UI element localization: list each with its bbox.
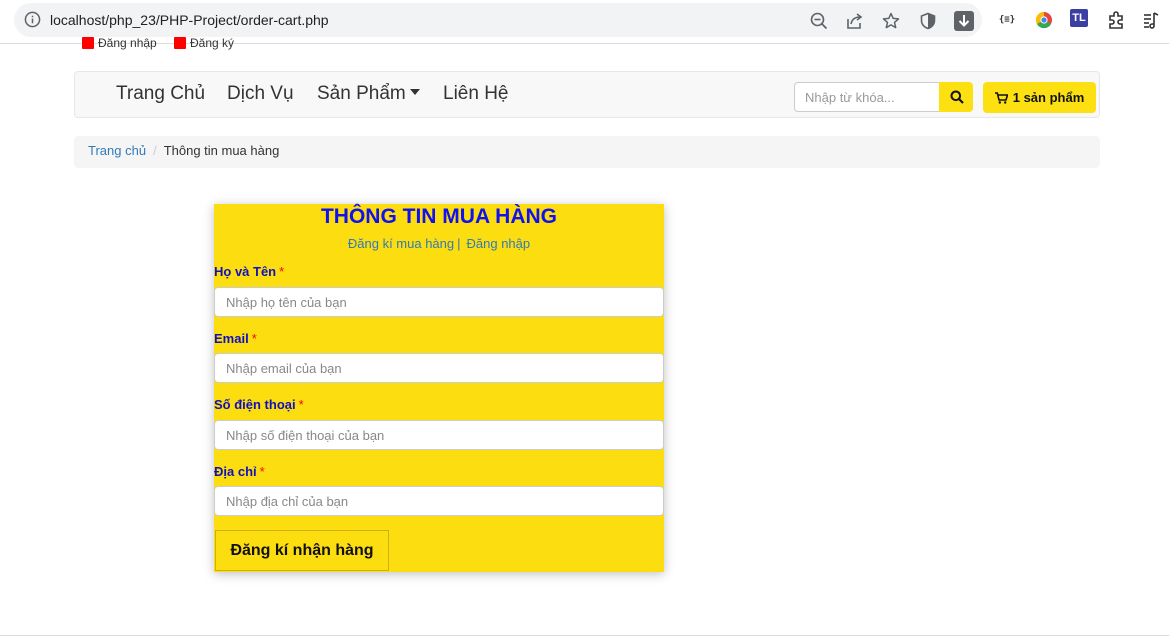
- search-input[interactable]: [794, 82, 940, 112]
- download-icon[interactable]: [954, 11, 974, 31]
- bottom-divider: [0, 635, 1169, 636]
- required-mark: *: [259, 464, 265, 479]
- braces-extension-icon[interactable]: {≡}: [997, 10, 1017, 30]
- top-auth-links: Đăng nhập Đăng ký: [82, 36, 262, 50]
- reading-list-icon[interactable]: [1141, 10, 1161, 30]
- share-icon[interactable]: [846, 12, 864, 30]
- search-button[interactable]: [939, 82, 973, 112]
- info-icon[interactable]: [24, 11, 41, 28]
- phone-label-text: Số điện thoại: [214, 397, 296, 412]
- star-icon[interactable]: [882, 12, 900, 30]
- nav-services[interactable]: Dịch Vụ: [227, 83, 294, 105]
- email-input[interactable]: [214, 353, 664, 383]
- cart-label: 1 sản phẩm: [1012, 90, 1085, 105]
- nav-home[interactable]: Trang Chủ: [116, 83, 205, 105]
- phone-label: Số điện thoại *: [214, 397, 304, 412]
- order-info-form: THÔNG TIN MUA HÀNG Đăng kí mua hàng | Đăng…: [214, 204, 664, 572]
- address-bar[interactable]: localhost/php_23/PHP-Project/order-cart.…: [14, 3, 982, 37]
- required-mark: *: [279, 264, 285, 279]
- breadcrumb-home-link[interactable]: Trang chủ: [88, 143, 146, 158]
- phone-input[interactable]: [214, 420, 664, 450]
- auth-divider: |: [457, 236, 461, 251]
- form-auth-links: Đăng kí mua hàng | Đăng nhập: [214, 236, 664, 251]
- breadcrumb-current: Thông tin mua hàng: [163, 143, 280, 158]
- tl-extension-label: TL: [1070, 9, 1088, 27]
- url-text[interactable]: localhost/php_23/PHP-Project/order-cart.…: [50, 12, 329, 28]
- shield-icon[interactable]: [919, 12, 937, 30]
- top-login-link[interactable]: Đăng nhập: [82, 36, 157, 50]
- address-label-text: Địa chỉ: [214, 464, 257, 479]
- required-mark: *: [298, 397, 304, 412]
- fullname-label: Họ và Tên *: [214, 264, 284, 279]
- cart-icon: [994, 92, 1009, 104]
- fullname-input[interactable]: [214, 287, 664, 317]
- top-register-label: Đăng ký: [190, 36, 235, 50]
- zoom-out-icon[interactable]: [810, 12, 828, 30]
- cart-button[interactable]: 1 sản phẩm: [983, 82, 1096, 113]
- fullname-label-text: Họ và Tên: [214, 264, 277, 279]
- form-title: THÔNG TIN MUA HÀNG: [320, 205, 558, 228]
- main-navbar: Trang Chủ Dịch Vụ Sản Phẩm Liên Hệ 1 sản…: [74, 71, 1100, 118]
- required-mark: *: [251, 331, 257, 346]
- breadcrumb: Trang chủ / Thông tin mua hàng: [74, 136, 1100, 168]
- caret-down-icon: [409, 89, 420, 95]
- email-label-text: Email: [214, 331, 249, 346]
- breadcrumb-separator: /: [153, 143, 157, 158]
- login-link[interactable]: Đăng nhập: [467, 236, 531, 251]
- top-register-link[interactable]: Đăng ký: [174, 36, 234, 50]
- login-icon: [82, 37, 94, 49]
- tl-extension-icon[interactable]: TL: [1070, 9, 1090, 29]
- chrome-color-icon[interactable]: [1034, 10, 1054, 30]
- nav-contact[interactable]: Liên Hệ: [443, 83, 509, 105]
- submit-order-button[interactable]: Đăng kí nhận hàng: [215, 530, 389, 571]
- top-login-label: Đăng nhập: [98, 36, 157, 50]
- register-icon: [174, 37, 186, 49]
- search-icon: [950, 90, 964, 104]
- address-label: Địa chỉ *: [214, 464, 265, 479]
- nav-products-dropdown[interactable]: Sản Phẩm: [317, 83, 420, 105]
- register-purchase-link[interactable]: Đăng kí mua hàng: [348, 236, 454, 251]
- email-label: Email *: [214, 331, 257, 346]
- nav-products-label: Sản Phẩm: [317, 83, 406, 104]
- address-input[interactable]: [214, 486, 664, 516]
- puzzle-icon[interactable]: [1106, 10, 1126, 30]
